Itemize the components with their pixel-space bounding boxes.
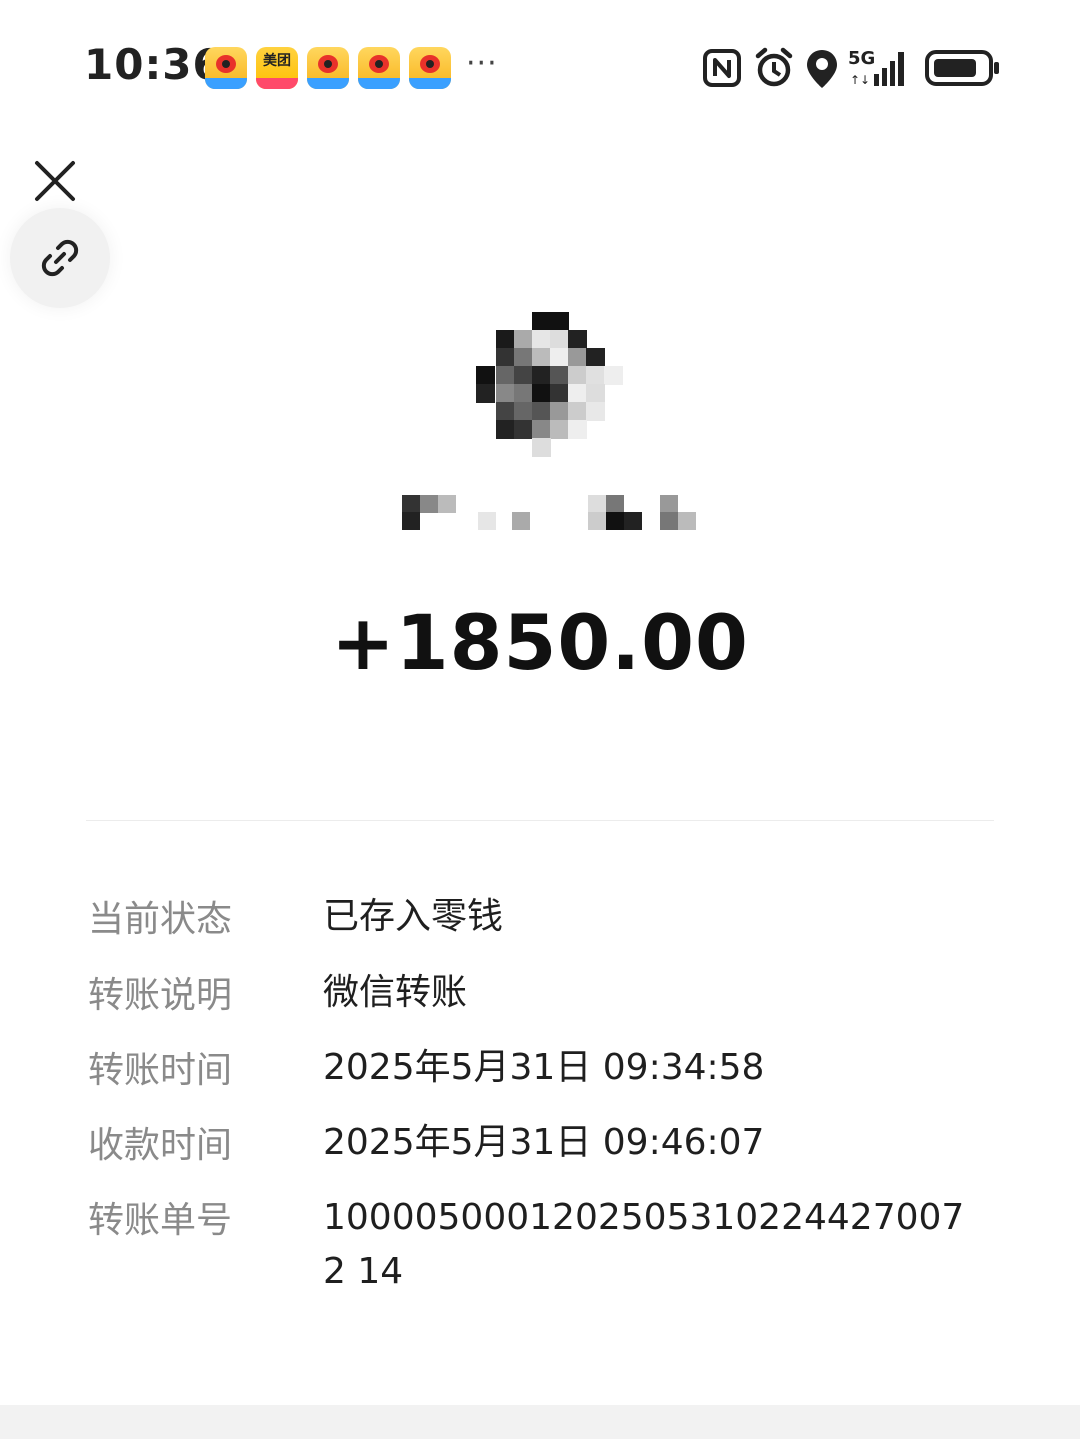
weibo-icon [205, 47, 247, 89]
payer-name-mosaic [400, 495, 700, 531]
detail-value: 已存入零钱 [323, 896, 504, 937]
nfc-icon [702, 48, 742, 88]
status-time: 10:36 [84, 40, 223, 89]
svg-text:↑↓: ↑↓ [850, 73, 870, 87]
detail-label: 转账时间 [88, 1050, 233, 1091]
weibo-icon [409, 47, 451, 89]
transfer-number-value[interactable]: 10000500012025053102244270072 14 [323, 1191, 983, 1299]
battery-icon [925, 50, 1001, 86]
link-button[interactable] [10, 208, 110, 308]
detail-value: 微信转账 [323, 972, 468, 1013]
meituan-icon: 美团 [256, 47, 298, 89]
transfer-amount: +1850.00 [331, 598, 749, 687]
svg-text:5G: 5G [848, 48, 875, 69]
close-icon [35, 161, 75, 201]
bottom-band [0, 1405, 1080, 1439]
more-notifications-icon: ··· [466, 46, 498, 81]
signal-icon: 5G ↑↓ [848, 44, 912, 90]
detail-label: 转账单号 [88, 1200, 233, 1241]
avatar [476, 312, 624, 460]
close-button[interactable] [30, 156, 80, 206]
detail-label: 转账说明 [88, 975, 233, 1016]
location-icon [805, 48, 839, 90]
link-icon [41, 239, 79, 277]
detail-label: 收款时间 [88, 1125, 233, 1166]
weibo-icon [358, 47, 400, 89]
weibo-icon [307, 47, 349, 89]
divider [86, 820, 994, 821]
detail-value: 2025年5月31日 09:46:07 [323, 1122, 765, 1163]
detail-label: 当前状态 [88, 899, 233, 940]
alarm-icon [754, 47, 794, 89]
detail-value: 2025年5月31日 09:34:58 [323, 1047, 765, 1088]
